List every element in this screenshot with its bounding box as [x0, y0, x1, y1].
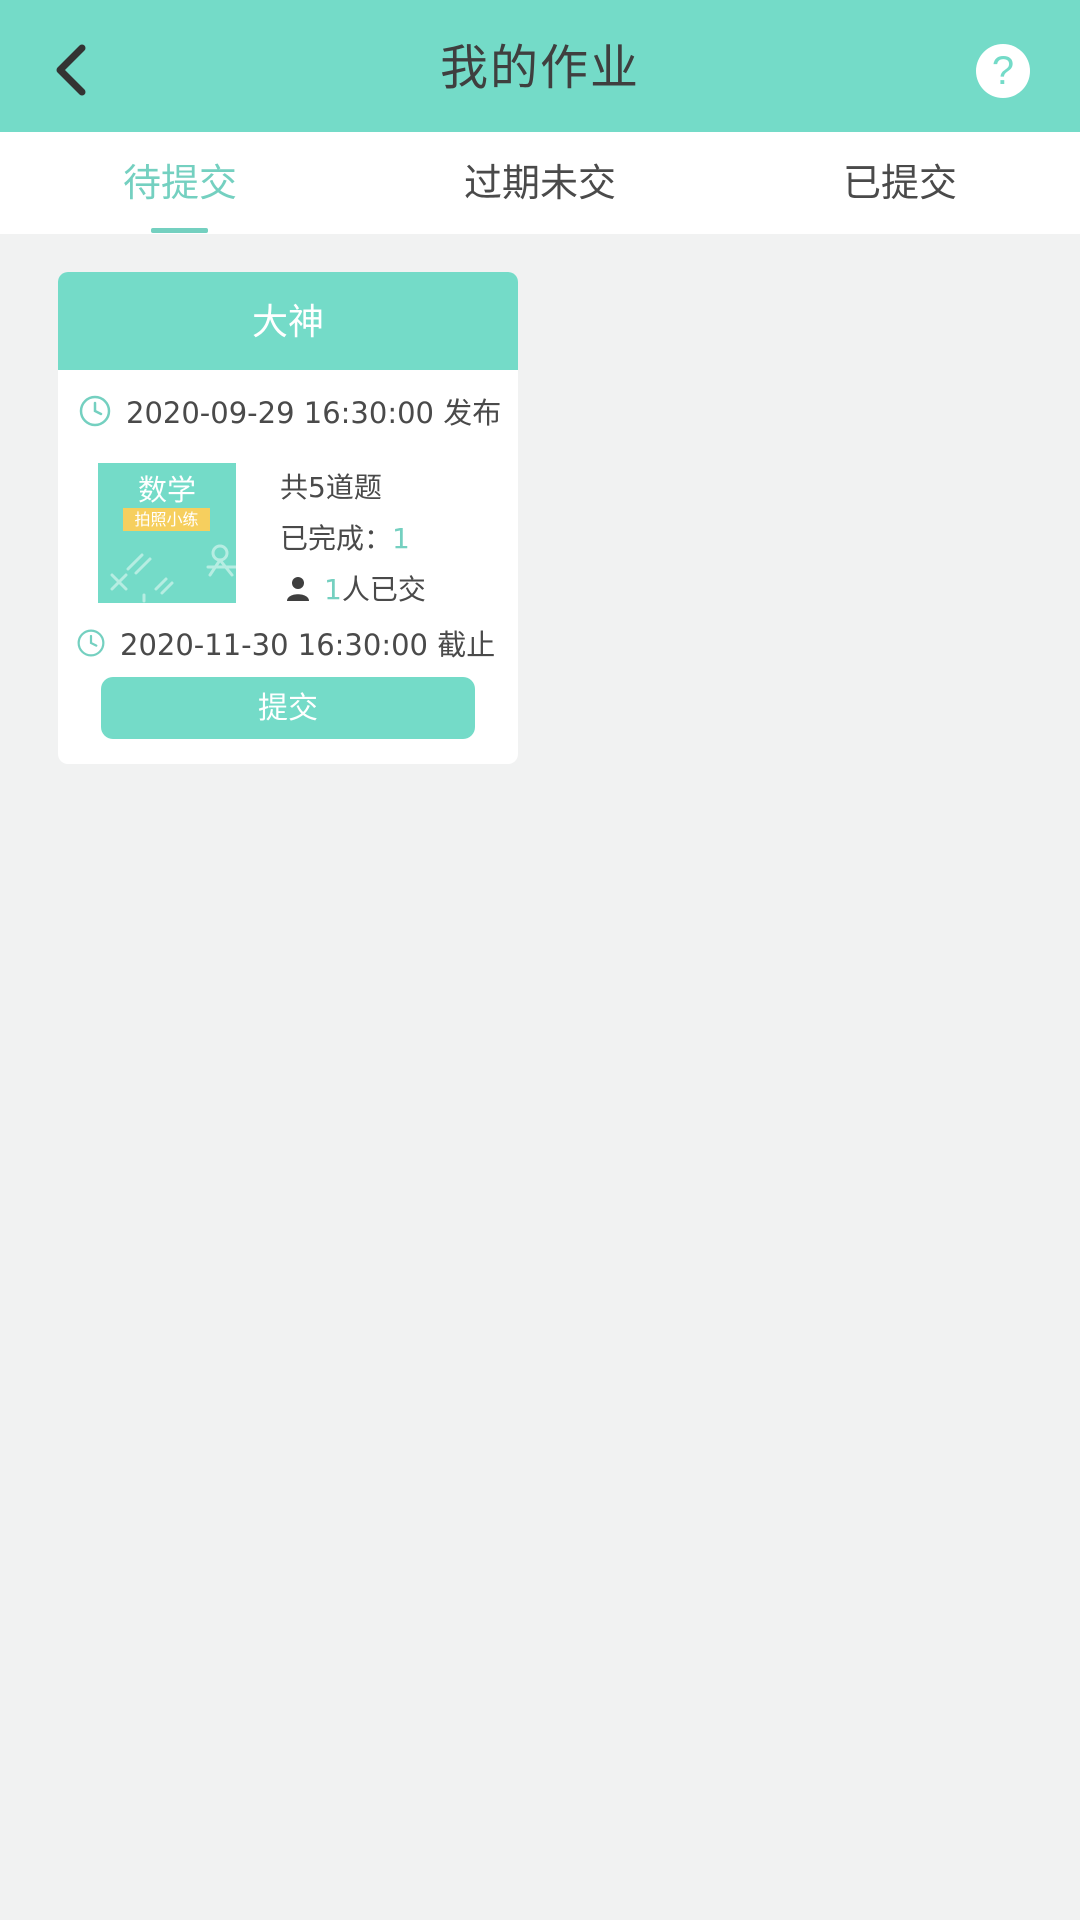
- tab-submitted[interactable]: 已提交: [800, 132, 1000, 234]
- page-title: 我的作业: [439, 40, 640, 96]
- completed-label: 已完成：: [280, 522, 393, 555]
- publish-row: 2020-09-29 16:30:00 发布: [78, 390, 501, 432]
- thumbnail-tag: 拍照小练: [123, 508, 210, 531]
- homework-card[interactable]: 大神 2020-09-29 16:30:00 发布 数学 拍照小练 共5道题 已…: [58, 272, 518, 764]
- tab-pending[interactable]: 待提交: [80, 132, 280, 234]
- tab-bar: 待提交 过期未交 已提交: [0, 132, 1080, 234]
- submitted-count: 1: [324, 573, 342, 606]
- completed-value: 1: [392, 522, 410, 555]
- deadline-time: 2020-11-30 16:30:00 截止: [120, 628, 496, 662]
- completed-row: 已完成：1: [280, 517, 410, 557]
- publish-time: 2020-09-29 16:30:00 发布: [126, 396, 502, 430]
- user-icon: [287, 577, 309, 601]
- tab-overdue[interactable]: 过期未交: [440, 132, 640, 234]
- question-count: 共5道题: [280, 471, 382, 504]
- card-title: 大神: [58, 272, 518, 370]
- submitted-label: 人已交: [341, 573, 426, 606]
- help-button[interactable]: ?: [976, 44, 1030, 98]
- homework-thumbnail: 数学 拍照小练: [98, 463, 236, 603]
- submitted-row: 1人已交: [280, 568, 426, 608]
- submit-button[interactable]: 提交: [101, 677, 475, 739]
- deadline-row: 2020-11-30 16:30:00 截止: [76, 622, 495, 664]
- thumbnail-subject: 数学: [137, 473, 196, 507]
- question-circle-icon: ?: [991, 49, 1015, 93]
- clock-icon: [79, 395, 111, 427]
- clock-icon: [77, 629, 105, 657]
- active-tab-indicator: [151, 228, 208, 233]
- top-bar: 我的作业 ?: [0, 0, 1080, 132]
